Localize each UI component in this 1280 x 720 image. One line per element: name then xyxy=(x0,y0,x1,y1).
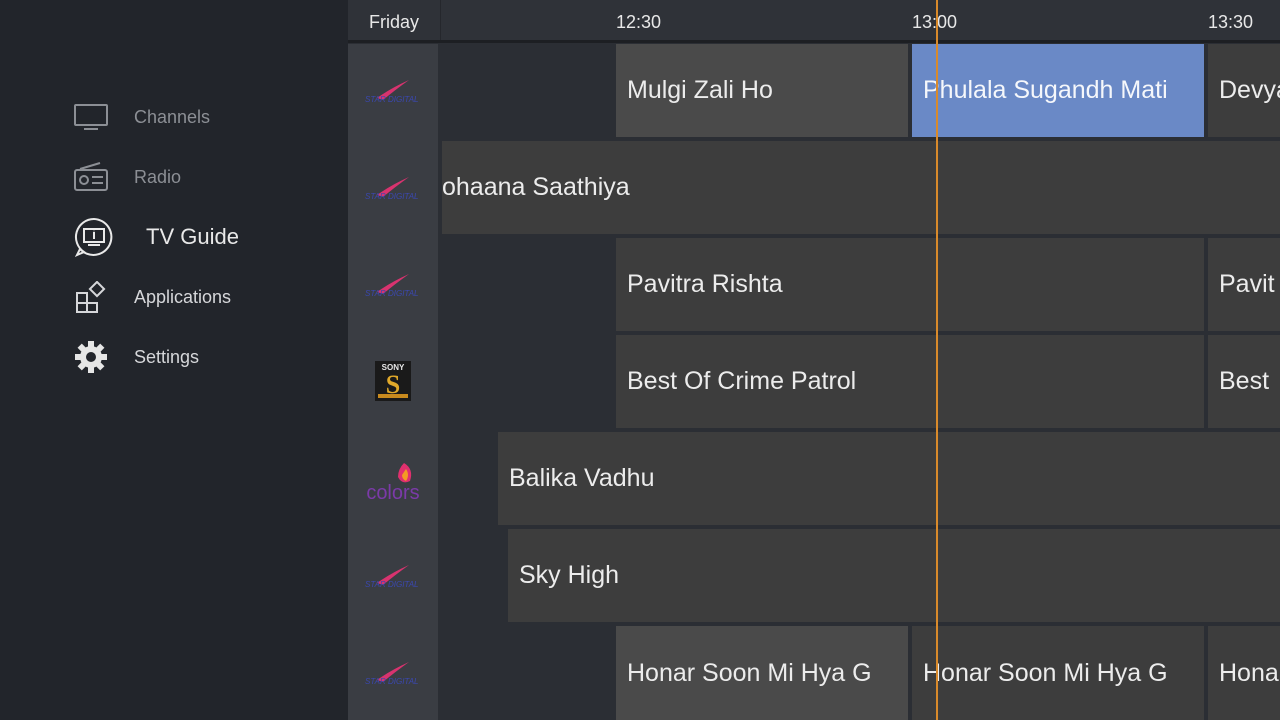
time-slot-label: 12:30 xyxy=(616,12,662,32)
tv-guide-grid: Friday 12:30 13:00 13:30 STAR DIGITAL ST… xyxy=(348,0,1280,720)
tv-guide-icon xyxy=(74,217,114,257)
tv-icon xyxy=(74,100,108,134)
svg-text:STAR DIGITAL: STAR DIGITAL xyxy=(365,677,419,686)
time-header: Friday 12:30 13:00 13:30 xyxy=(348,0,1280,43)
program-cell[interactable]: Honar Soon Mi Hya G xyxy=(912,626,1204,720)
program-cell[interactable]: Hona xyxy=(1208,626,1280,720)
svg-text:STAR DIGITAL: STAR DIGITAL xyxy=(365,580,419,589)
radio-icon xyxy=(74,160,108,194)
sidebar-item-label: Radio xyxy=(134,166,182,187)
program-cell[interactable]: Balika Vadhu xyxy=(498,432,1280,525)
program-cell[interactable]: Pavit xyxy=(1208,238,1280,331)
sidebar: Channels Radio TV Guide Applications Set… xyxy=(0,0,348,720)
sidebar-item-settings[interactable]: Settings xyxy=(74,337,199,377)
channel-logo-sony[interactable]: SONY S xyxy=(348,359,438,403)
sidebar-item-label: TV Guide xyxy=(146,224,239,249)
sidebar-item-label: Settings xyxy=(134,346,200,367)
program-cell[interactable]: Sky High xyxy=(508,529,1280,622)
program-cell-selected[interactable]: Phulala Sugandh Mati xyxy=(912,44,1204,137)
svg-text:colors: colors xyxy=(366,482,419,503)
channel-logo-star-digital[interactable]: STAR DIGITAL xyxy=(348,264,438,308)
svg-text:STAR DIGITAL: STAR DIGITAL xyxy=(365,289,419,298)
day-label: Friday xyxy=(348,0,441,40)
channel-logo-star-digital[interactable]: STAR DIGITAL xyxy=(348,70,438,114)
sidebar-item-tv-guide[interactable]: TV Guide xyxy=(74,217,239,257)
time-slot-label: 13:00 xyxy=(912,12,958,32)
time-slot-label: 13:30 xyxy=(1208,12,1254,32)
sidebar-item-label: Channels xyxy=(134,106,211,127)
gear-icon xyxy=(74,340,108,374)
program-cell[interactable]: Best xyxy=(1208,335,1280,428)
program-cell[interactable]: Mulgi Zali Ho xyxy=(616,44,908,137)
svg-text:STAR DIGITAL: STAR DIGITAL xyxy=(365,95,419,104)
channel-logo-star-digital[interactable]: STAR DIGITAL xyxy=(348,167,438,211)
sidebar-item-applications[interactable]: Applications xyxy=(74,277,231,317)
sidebar-item-channels[interactable]: Channels xyxy=(74,97,210,137)
apps-icon xyxy=(74,280,108,314)
svg-text:STAR DIGITAL: STAR DIGITAL xyxy=(365,192,419,201)
channel-logo-colors[interactable]: colors xyxy=(348,458,438,504)
sidebar-item-radio[interactable]: Radio xyxy=(74,157,181,197)
current-time-indicator xyxy=(936,0,938,720)
sidebar-item-label: Applications xyxy=(134,286,232,307)
program-cell[interactable]: Honar Soon Mi Hya G xyxy=(616,626,908,720)
program-cell[interactable]: Best Of Crime Patrol xyxy=(616,335,1204,428)
program-cell[interactable]: Pavitra Rishta xyxy=(616,238,1204,331)
channel-logo-star-digital[interactable]: STAR DIGITAL xyxy=(348,652,438,696)
channel-logo-star-digital[interactable]: STAR DIGITAL xyxy=(348,555,438,599)
program-cell[interactable]: Devya xyxy=(1208,44,1280,137)
program-cell[interactable]: ohaana Saathiya xyxy=(442,141,1280,234)
